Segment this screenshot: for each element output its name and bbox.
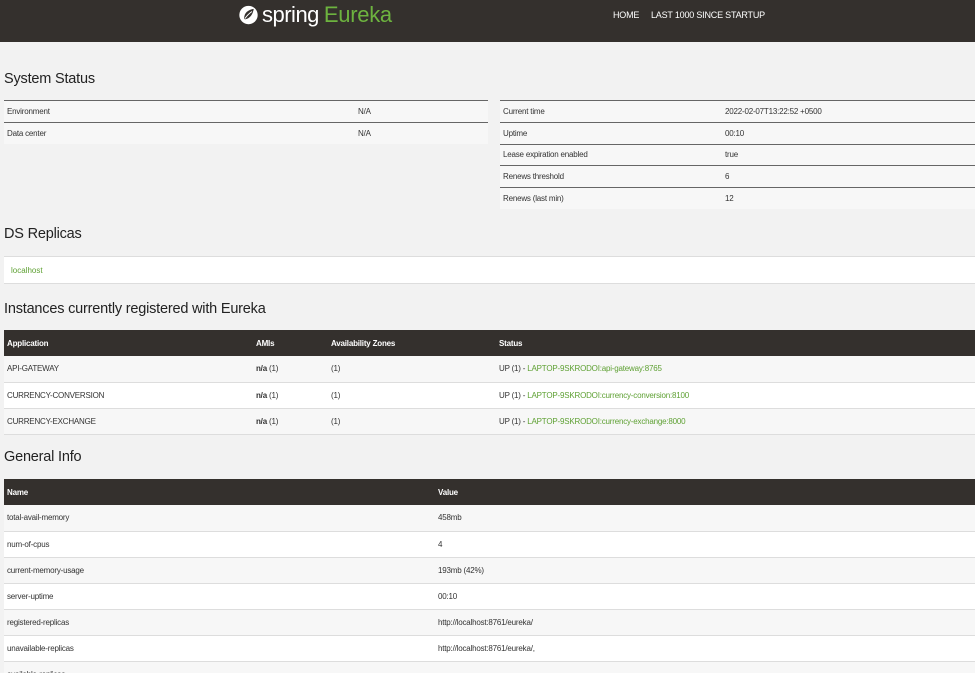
table-row: current-memory-usage 193mb (42%) xyxy=(4,557,975,584)
system-status-right-table: Current time 2022-02-07T13:22:52 +0500 U… xyxy=(500,100,975,210)
env-value: N/A xyxy=(355,100,488,123)
ami-value: n/a xyxy=(256,416,267,426)
info-value: http://localhost:8761/eureka/ xyxy=(435,609,975,636)
info-name: server-uptime xyxy=(4,583,435,610)
info-value xyxy=(435,661,975,673)
table-row: server-uptime 00:10 xyxy=(4,583,975,610)
col-availability-zones: Availability Zones xyxy=(328,330,496,356)
info-name: num-of-cpus xyxy=(4,531,435,558)
table-row: Renews threshold 6 xyxy=(500,165,975,188)
app-name: API-GATEWAY xyxy=(4,356,253,383)
info-name: unavailable-replicas xyxy=(4,635,435,662)
ds-replicas-panel: localhost xyxy=(4,256,975,284)
ami-value: n/a xyxy=(256,364,267,374)
col-application: Application xyxy=(4,330,253,356)
app-name: CURRENCY-EXCHANGE xyxy=(4,408,253,435)
table-row: CURRENCY-EXCHANGE n/a (1) (1) UP (1) - L… xyxy=(4,408,975,435)
status-text: UP (1) - xyxy=(499,416,528,426)
status-cell: UP (1) - LAPTOP-9SKRODOI:currency-conver… xyxy=(496,382,975,409)
status-text: UP (1) - xyxy=(499,390,528,400)
renews-last-min-value: 12 xyxy=(722,187,975,210)
col-value: Value xyxy=(435,479,975,505)
info-value: 193mb (42%) xyxy=(435,557,975,584)
table-row: Renews (last min) 12 xyxy=(500,187,975,210)
brand-spring-text: spring xyxy=(262,2,319,27)
lease-expiration-value: true xyxy=(722,143,975,166)
table-header-row: Name Value xyxy=(4,479,975,505)
info-name: total-avail-memory xyxy=(4,505,435,532)
general-info-title: General Info xyxy=(4,449,82,465)
table-row: CURRENCY-CONVERSION n/a (1) (1) UP (1) -… xyxy=(4,382,975,409)
lease-expiration-label: Lease expiration enabled xyxy=(500,143,722,166)
env-label: Environment xyxy=(4,100,355,123)
info-value: 4 xyxy=(435,531,975,558)
renews-last-min-label: Renews (last min) xyxy=(500,187,722,210)
ami-count: (1) xyxy=(266,390,279,400)
zones-cell: (1) xyxy=(328,356,496,383)
brand-logo[interactable]: spring Eureka xyxy=(238,0,392,30)
info-name: current-memory-usage xyxy=(4,557,435,584)
ami-count: (1) xyxy=(266,364,279,374)
table-row: unavailable-replicas http://localhost:87… xyxy=(4,635,975,662)
table-row: available-replicas xyxy=(4,661,975,673)
table-row: Data center N/A xyxy=(4,121,488,145)
general-info-table: Name Value total-avail-memory 458mb num-… xyxy=(4,479,975,673)
col-status: Status xyxy=(496,330,975,356)
table-row: Current time 2022-02-07T13:22:52 +0500 xyxy=(500,100,975,123)
uptime-label: Uptime xyxy=(500,121,722,145)
replica-localhost-link[interactable]: localhost xyxy=(11,266,43,275)
app-name: CURRENCY-CONVERSION xyxy=(4,382,253,409)
table-row: Uptime 00:10 xyxy=(500,121,975,145)
datacenter-label: Data center xyxy=(4,121,355,145)
info-name: available-replicas xyxy=(4,661,435,673)
table-row: total-avail-memory 458mb xyxy=(4,505,975,532)
col-amis: AMIs xyxy=(253,330,328,356)
ami-cell: n/a (1) xyxy=(253,356,328,383)
ds-replicas-title: DS Replicas xyxy=(4,226,82,242)
status-cell: UP (1) - LAPTOP-9SKRODOI:api-gateway:876… xyxy=(496,356,975,383)
table-row: registered-replicas http://localhost:876… xyxy=(4,609,975,636)
renews-threshold-label: Renews threshold xyxy=(500,165,722,188)
uptime-value: 00:10 xyxy=(722,121,975,145)
table-row: API-GATEWAY n/a (1) (1) UP (1) - LAPTOP-… xyxy=(4,356,975,383)
system-status-left-table: Environment N/A Data center N/A xyxy=(4,100,488,145)
zones-cell: (1) xyxy=(328,382,496,409)
table-row: Environment N/A xyxy=(4,100,488,123)
instance-link[interactable]: LAPTOP-9SKRODOI:api-gateway:8765 xyxy=(527,364,662,373)
spring-leaf-icon xyxy=(239,5,258,25)
col-name: Name xyxy=(4,479,435,505)
datacenter-value: N/A xyxy=(355,121,488,145)
ami-value: n/a xyxy=(256,390,267,400)
current-time-label: Current time xyxy=(500,100,722,123)
instances-title: Instances currently registered with Eure… xyxy=(4,301,266,317)
table-row: num-of-cpus 4 xyxy=(4,531,975,558)
table-row: Lease expiration enabled true xyxy=(500,143,975,166)
instance-link[interactable]: LAPTOP-9SKRODOI:currency-conversion:8100 xyxy=(527,391,689,400)
ami-cell: n/a (1) xyxy=(253,408,328,435)
info-value: 458mb xyxy=(435,505,975,532)
info-value: 00:10 xyxy=(435,583,975,610)
renews-threshold-value: 6 xyxy=(722,165,975,188)
ami-count: (1) xyxy=(266,416,279,426)
info-name: registered-replicas xyxy=(4,609,435,636)
brand-eureka-text: Eureka xyxy=(323,2,392,27)
status-text: UP (1) - xyxy=(499,364,528,374)
nav-last-1000-link[interactable]: LAST 1000 SINCE STARTUP xyxy=(651,10,765,20)
system-status-title: System Status xyxy=(4,71,95,87)
ami-cell: n/a (1) xyxy=(253,382,328,409)
table-header-row: Application AMIs Availability Zones Stat… xyxy=(4,330,975,356)
status-cell: UP (1) - LAPTOP-9SKRODOI:currency-exchan… xyxy=(496,408,975,435)
instance-link[interactable]: LAPTOP-9SKRODOI:currency-exchange:8000 xyxy=(527,417,685,426)
info-value: http://localhost:8761/eureka/, xyxy=(435,635,975,662)
top-navbar: spring Eureka HOME LAST 1000 SINCE START… xyxy=(0,0,975,42)
zones-cell: (1) xyxy=(328,408,496,435)
nav-home-link[interactable]: HOME xyxy=(613,10,639,20)
instances-table: Application AMIs Availability Zones Stat… xyxy=(4,330,975,435)
current-time-value: 2022-02-07T13:22:52 +0500 xyxy=(722,100,975,123)
